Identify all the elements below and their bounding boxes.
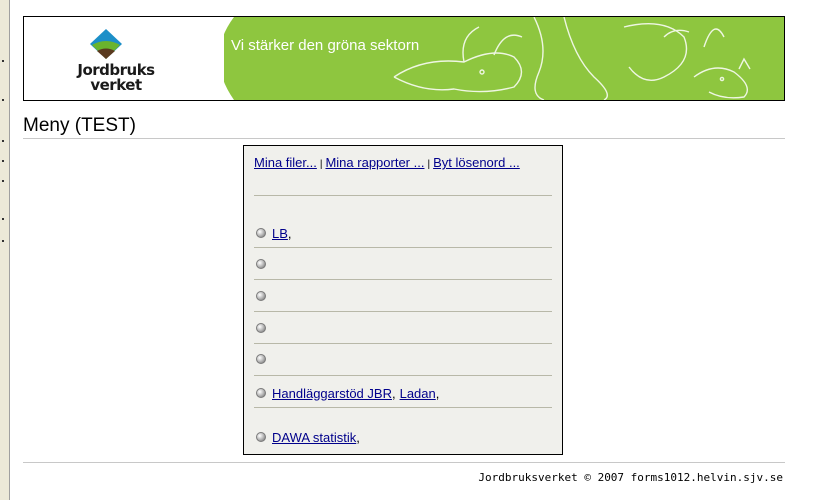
divider: [254, 407, 552, 408]
menu-row: LB,: [256, 225, 292, 241]
menu-row: [256, 288, 272, 304]
footer-text: Jordbruksverket © 2007 forms1012.helvin.…: [478, 471, 783, 484]
divider: [254, 247, 552, 248]
menu-link-lb[interactable]: LB: [272, 226, 288, 241]
menu-row: [256, 256, 272, 272]
change-password-link[interactable]: Byt lösenord ...: [433, 155, 520, 170]
farm-animals-illustration: [393, 17, 751, 100]
menu-link-ladan[interactable]: Ladan: [400, 386, 436, 401]
divider: [254, 195, 552, 196]
menu-row: Handläggarstöd JBR, Ladan,: [256, 385, 439, 401]
menu-row: DAWA statistik,: [256, 429, 360, 445]
menu-panel: Mina filer... | Mina rapporter ... | Byt lös…: [243, 145, 563, 455]
menu-row: [256, 351, 272, 367]
bullet-icon: [256, 432, 266, 442]
divider: [254, 343, 552, 344]
toplinks-bar: Mina filer... | Mina rapporter ... | Byt lös…: [254, 155, 520, 170]
header-banner: Jordbruks verket Vi stärker den gröna se…: [23, 16, 785, 101]
menu-link-dawa-statistik[interactable]: DAWA statistik: [272, 430, 356, 445]
divider: [23, 138, 785, 139]
bullet-icon: [256, 259, 266, 269]
bullet-icon: [256, 228, 266, 238]
page-title: Meny (TEST): [23, 115, 136, 136]
bullet-icon: [256, 323, 266, 333]
menu-row: [256, 320, 272, 336]
my-reports-link[interactable]: Mina rapporter ...: [325, 155, 424, 170]
bullet-icon: [256, 291, 266, 301]
jordbruksverket-logo-icon: [90, 29, 122, 59]
menu-link-handlaggarstod-jbr[interactable]: Handläggarstöd JBR: [272, 386, 392, 401]
bullet-icon: [256, 354, 266, 364]
divider: [23, 462, 785, 463]
divider: [254, 279, 552, 280]
my-files-link[interactable]: Mina filer...: [254, 155, 317, 170]
banner-wave-shape: [194, 17, 234, 100]
window-edge: [0, 0, 10, 500]
divider: [254, 375, 552, 376]
separator: |: [427, 159, 431, 170]
divider: [254, 311, 552, 312]
bullet-icon: [256, 388, 266, 398]
logo-text: Jordbruks verket: [77, 61, 155, 94]
separator: |: [319, 159, 323, 170]
